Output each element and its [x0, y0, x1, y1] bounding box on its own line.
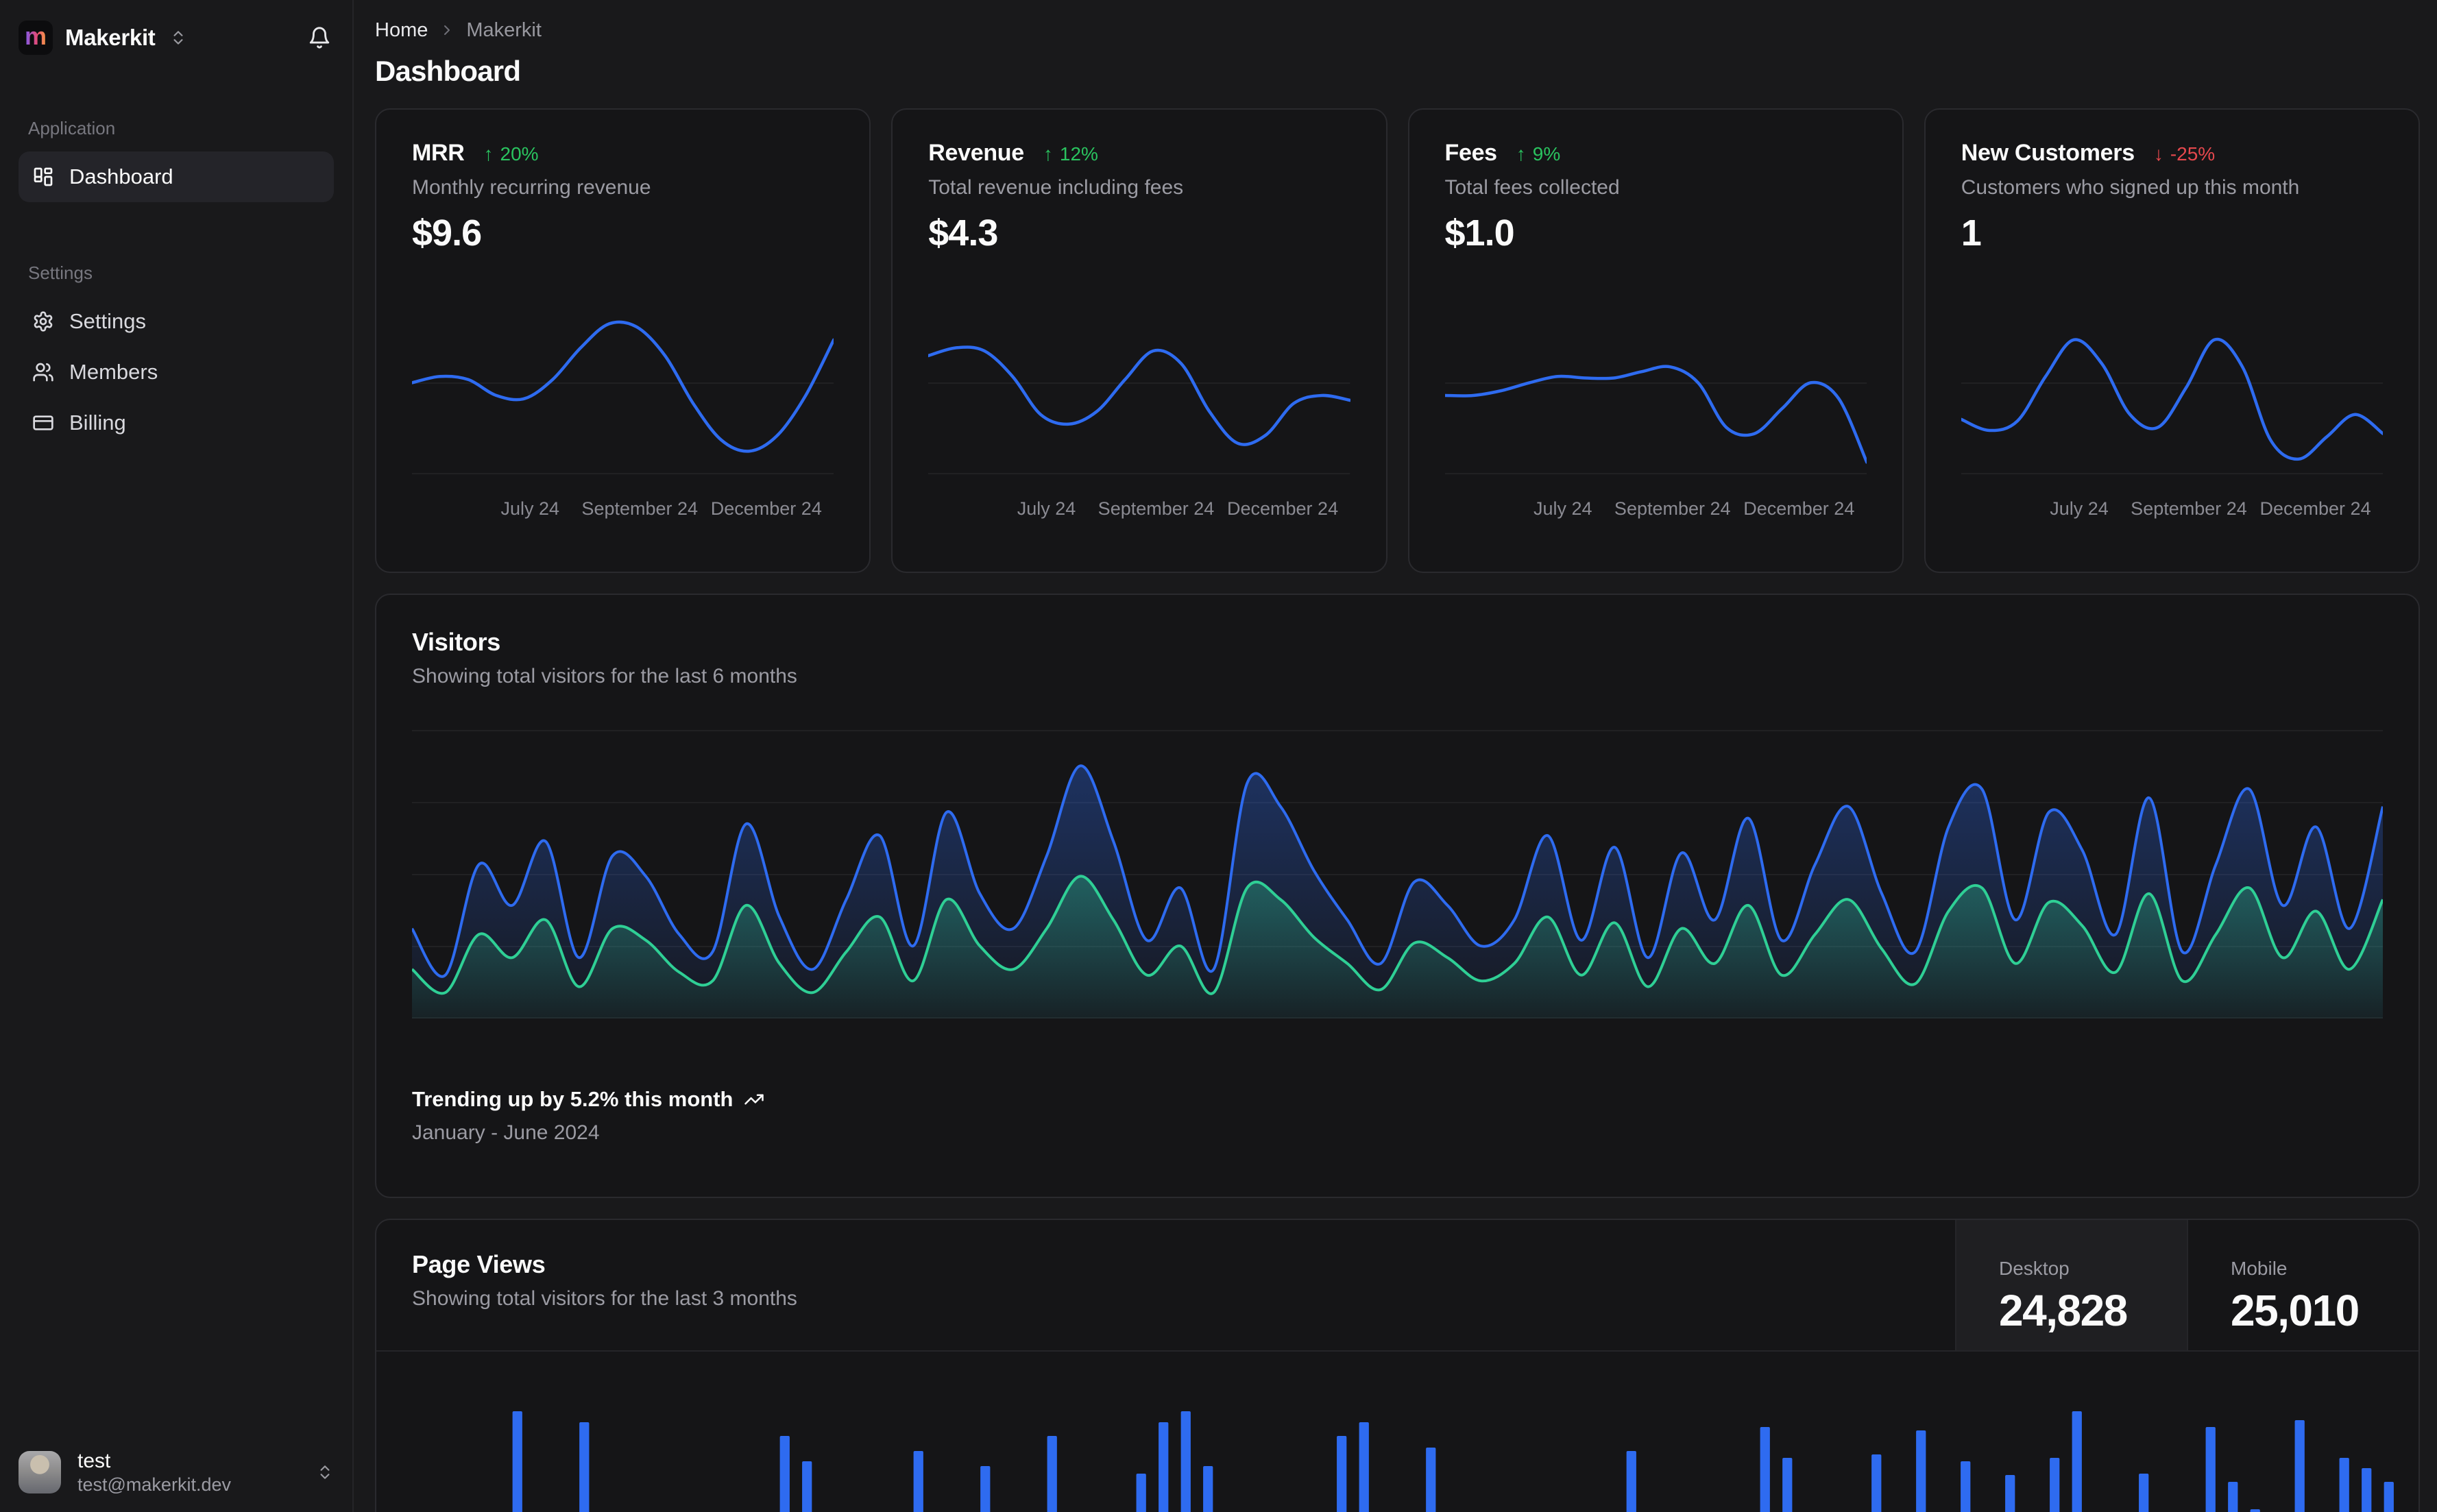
- page-views-bar-chart[interactable]: [395, 1358, 2400, 1512]
- sidebar-item-label: Members: [69, 360, 158, 384]
- arrow-up-icon: ↑: [483, 143, 494, 164]
- stat-trend-badge: ↑ 9%: [1516, 143, 1561, 164]
- fees-sparkline-chart[interactable]: [1444, 309, 1867, 480]
- nav-group-label-application: Application: [28, 118, 116, 138]
- tab-desktop-label: Desktop: [1999, 1258, 2070, 1279]
- page-views-subtitle: Showing total visitors for the last 3 mo…: [412, 1287, 797, 1310]
- stat-description: Monthly recurring revenue: [412, 176, 651, 199]
- user-name: test: [77, 1449, 111, 1472]
- tab-desktop-value: 24,828: [1999, 1286, 2128, 1335]
- bell-icon: [308, 26, 331, 49]
- stat-title: Revenue: [928, 140, 1024, 166]
- arrow-up-icon: ↑: [1043, 143, 1053, 164]
- visitors-title: Visitors: [412, 628, 500, 656]
- stat-value: $4.3: [928, 212, 998, 254]
- stat-description: Total fees collected: [1444, 176, 1620, 199]
- stat-trend-badge: ↓ -25%: [2153, 143, 2216, 164]
- sidebar-item-label: Settings: [69, 309, 147, 333]
- stat-card-fees: Fees ↑ 9% Total fees collected $1.0 July …: [1407, 108, 1904, 573]
- stat-title: Fees: [1444, 140, 1498, 166]
- breadcrumb-home-link[interactable]: Home: [375, 19, 428, 42]
- chevrons-up-down-icon: [169, 29, 187, 47]
- new-customers-sparkline-chart[interactable]: [1961, 309, 2383, 480]
- notifications-button[interactable]: [305, 23, 334, 52]
- sidebar: m Makerkit Application Dashboard Setting…: [0, 0, 354, 1512]
- visitors-area-chart[interactable]: [412, 720, 2383, 1019]
- tab-mobile[interactable]: Mobile 25,010: [2187, 1220, 2418, 1350]
- visitors-subtitle: Showing total visitors for the last 6 mo…: [412, 665, 797, 687]
- sidebar-item-label: Billing: [69, 411, 126, 435]
- visitors-period: January - June 2024: [412, 1121, 600, 1144]
- stat-value: $1.0: [1444, 212, 1515, 254]
- page-title: Dashboard: [375, 55, 521, 87]
- sparkline-x-axis: July 24 September 24 December 24: [1017, 498, 1339, 519]
- layout-dashboard-icon: [32, 166, 54, 188]
- revenue-sparkline-chart[interactable]: [928, 309, 1350, 480]
- stats-grid: MRR ↑ 20% Monthly recurring revenue $9.6 …: [375, 108, 2420, 573]
- sidebar-item-dashboard[interactable]: Dashboard: [19, 151, 334, 202]
- main-content: Home Makerkit Dashboard MRR ↑ 20% Monthly…: [354, 0, 2437, 1512]
- sidebar-item-settings[interactable]: Settings: [19, 296, 334, 347]
- breadcrumb: Home Makerkit: [375, 18, 2420, 42]
- makerkit-logo: m: [19, 21, 53, 55]
- sparkline-x-axis: July 24 September 24 December 24: [500, 498, 822, 519]
- gear-icon: [32, 310, 54, 332]
- page-views-header: Page Views Showing total visitors for th…: [376, 1220, 2418, 1352]
- arrow-down-icon: ↓: [2153, 143, 2163, 164]
- stat-value: $9.6: [412, 212, 482, 254]
- trending-up-icon: [744, 1089, 764, 1110]
- sparkline-x-axis: July 24 September 24 December 24: [2050, 498, 2371, 519]
- stat-description: Customers who signed up this month: [1961, 176, 2300, 199]
- chevron-right-icon: [439, 22, 455, 38]
- breadcrumb-current: Makerkit: [466, 19, 542, 41]
- sidebar-item-label: Dashboard: [69, 164, 173, 188]
- stat-card-new-customers: New Customers ↓ -25% Customers who signed…: [1924, 108, 2420, 573]
- visitors-footer: Trending up by 5.2% this month January -…: [412, 1087, 2383, 1145]
- credit-card-icon: [32, 412, 54, 434]
- user-menu[interactable]: test test@makerkit.dev: [19, 1448, 334, 1497]
- stat-description: Total revenue including fees: [928, 176, 1184, 199]
- tab-mobile-label: Mobile: [2231, 1258, 2288, 1279]
- visitors-card: Visitors Showing total visitors for the …: [375, 594, 2420, 1198]
- visitors-trend-text: Trending up by 5.2% this month: [412, 1087, 733, 1111]
- sidebar-item-members[interactable]: Members: [19, 347, 334, 398]
- sparkline-x-axis: July 24 September 24 December 24: [1533, 498, 1855, 519]
- stat-trend-badge: ↑ 20%: [483, 143, 539, 164]
- logo-letter: m: [24, 22, 47, 50]
- stat-card-mrr: MRR ↑ 20% Monthly recurring revenue $9.6 …: [375, 108, 871, 573]
- page-views-card: Page Views Showing total visitors for th…: [375, 1219, 2420, 1512]
- arrow-up-icon: ↑: [1516, 143, 1526, 164]
- stat-title: New Customers: [1961, 140, 2135, 166]
- avatar: [19, 1451, 61, 1494]
- tab-desktop[interactable]: Desktop 24,828: [1955, 1220, 2187, 1350]
- stat-title: MRR: [412, 140, 465, 166]
- stat-trend-badge: ↑ 12%: [1043, 143, 1098, 164]
- stat-value: 1: [1961, 212, 1982, 254]
- stat-card-revenue: Revenue ↑ 12% Total revenue including fee…: [891, 108, 1387, 573]
- workspace-name: Makerkit: [65, 25, 156, 50]
- page-views-title: Page Views: [412, 1250, 546, 1278]
- sidebar-item-billing[interactable]: Billing: [19, 398, 334, 448]
- workspace-switcher[interactable]: m Makerkit: [19, 21, 334, 55]
- mrr-sparkline-chart[interactable]: [412, 309, 834, 480]
- chevrons-up-down-icon: [316, 1463, 334, 1481]
- user-email: test@makerkit.dev: [77, 1474, 231, 1496]
- tab-mobile-value: 25,010: [2231, 1286, 2360, 1335]
- users-icon: [32, 361, 54, 383]
- nav-group-label-settings: Settings: [28, 263, 93, 283]
